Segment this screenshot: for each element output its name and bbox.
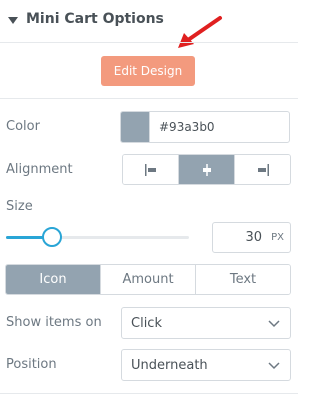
show-items-on-label: Show items on (6, 315, 102, 330)
show-items-on-select[interactable]: Click (121, 307, 291, 339)
size-unit[interactable]: PX (271, 232, 284, 243)
size-value: 30 (245, 230, 262, 245)
chevron-down-icon (268, 320, 280, 328)
align-center-icon (202, 163, 211, 176)
size-label: Size (6, 199, 33, 214)
position-label: Position (6, 357, 57, 372)
align-left-button[interactable] (123, 155, 179, 184)
red-arrow-annotation-icon (178, 16, 222, 48)
align-center-button[interactable] (179, 155, 235, 184)
size-slider-track[interactable] (6, 236, 189, 239)
align-right-button[interactable] (235, 155, 290, 184)
color-label: Color (6, 119, 40, 134)
edit-design-button[interactable]: Edit Design (101, 56, 195, 86)
caret-down-icon (8, 17, 18, 24)
display-tabs: Icon Amount Text (5, 264, 291, 295)
color-picker[interactable]: #93a3b0 (120, 111, 290, 143)
align-right-icon (257, 163, 269, 176)
position-value: Underneath (131, 357, 208, 373)
color-swatch[interactable] (121, 112, 150, 142)
chevron-down-icon (268, 362, 280, 370)
alignment-control (122, 154, 291, 185)
tab-amount[interactable]: Amount (101, 265, 196, 294)
section-header[interactable]: Mini Cart Options (0, 0, 298, 42)
size-input[interactable]: 30 PX (212, 222, 291, 253)
color-value: #93a3b0 (159, 120, 215, 134)
position-select[interactable]: Underneath (121, 349, 291, 381)
alignment-label: Alignment (6, 162, 73, 177)
tab-icon[interactable]: Icon (6, 265, 101, 294)
divider (0, 393, 298, 394)
tab-text[interactable]: Text (196, 265, 290, 294)
show-items-on-value: Click (131, 315, 162, 331)
size-slider-handle[interactable] (41, 227, 62, 247)
align-left-icon (144, 163, 156, 176)
section-title: Mini Cart Options (26, 11, 164, 27)
divider (0, 42, 298, 43)
divider (0, 98, 298, 99)
